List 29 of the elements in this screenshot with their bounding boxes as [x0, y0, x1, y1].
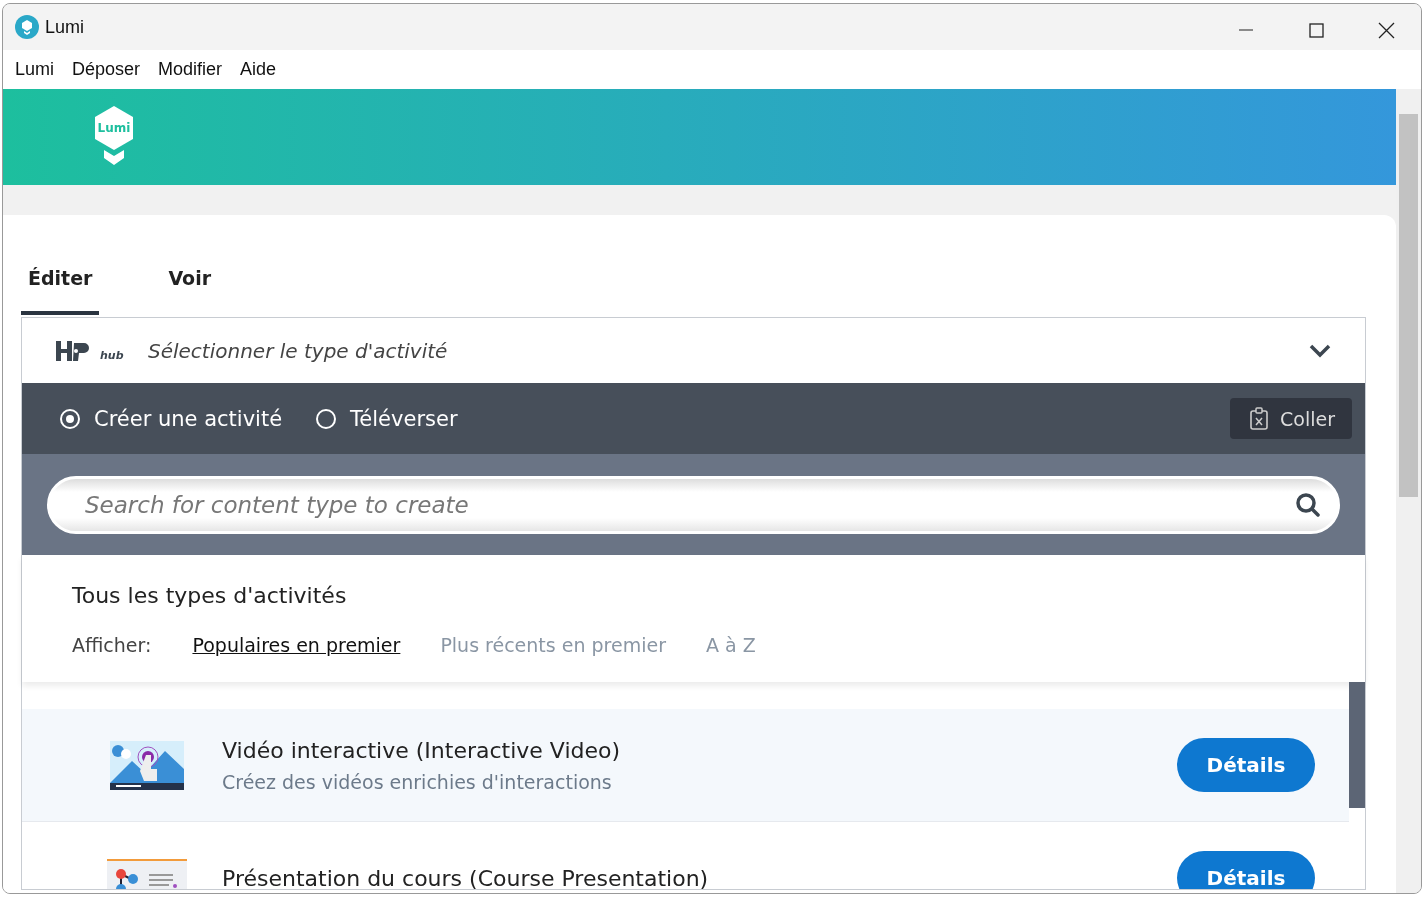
list-scrollbar[interactable] — [1349, 682, 1365, 808]
hub-title: Sélectionner le type d'activité — [148, 338, 448, 363]
mode-label[interactable]: Téléverser — [350, 406, 458, 431]
menu-item[interactable]: Aide — [232, 59, 285, 80]
video-thumbnail-icon — [110, 740, 184, 790]
menu-item[interactable]: Lumi — [7, 59, 62, 80]
radio-button[interactable] — [60, 408, 80, 429]
section-title: Tous les types d'activités — [72, 583, 348, 608]
content-type-title: Vidéo interactive (Interactive Video) — [222, 737, 622, 763]
chevron-icon[interactable] — [1309, 343, 1331, 358]
h5p-hub-logo: hub — [56, 338, 126, 363]
radio-button[interactable] — [316, 408, 337, 429]
menu-item[interactable]: Déposer — [64, 59, 149, 80]
search-bar[interactable]: Search for content type to create — [47, 475, 1340, 534]
lumi-logo: Lumi — [93, 106, 135, 168]
clipboard-icon — [1248, 406, 1271, 431]
app-logo-icon — [15, 15, 39, 39]
details-button[interactable]: Détails — [1177, 851, 1315, 889]
content-type-description: Créez des vidéos enrichies d'interactions — [222, 770, 613, 793]
menu-item[interactable]: Modifier — [150, 59, 231, 80]
mode-label[interactable]: Créer une activité — [94, 406, 283, 431]
window-title: Lumi — [45, 16, 84, 38]
details-button[interactable]: Détails — [1177, 738, 1315, 792]
paste-button[interactable]: Coller — [1230, 398, 1352, 439]
sort-option[interactable]: Populaires en premier — [192, 634, 401, 656]
search-icon[interactable] — [1295, 491, 1321, 518]
sort-label: Afficher: — [72, 634, 152, 656]
content-type-title: Présentation du cours (Course Presentation) — [222, 865, 710, 889]
tab[interactable]: Voir — [161, 267, 219, 315]
